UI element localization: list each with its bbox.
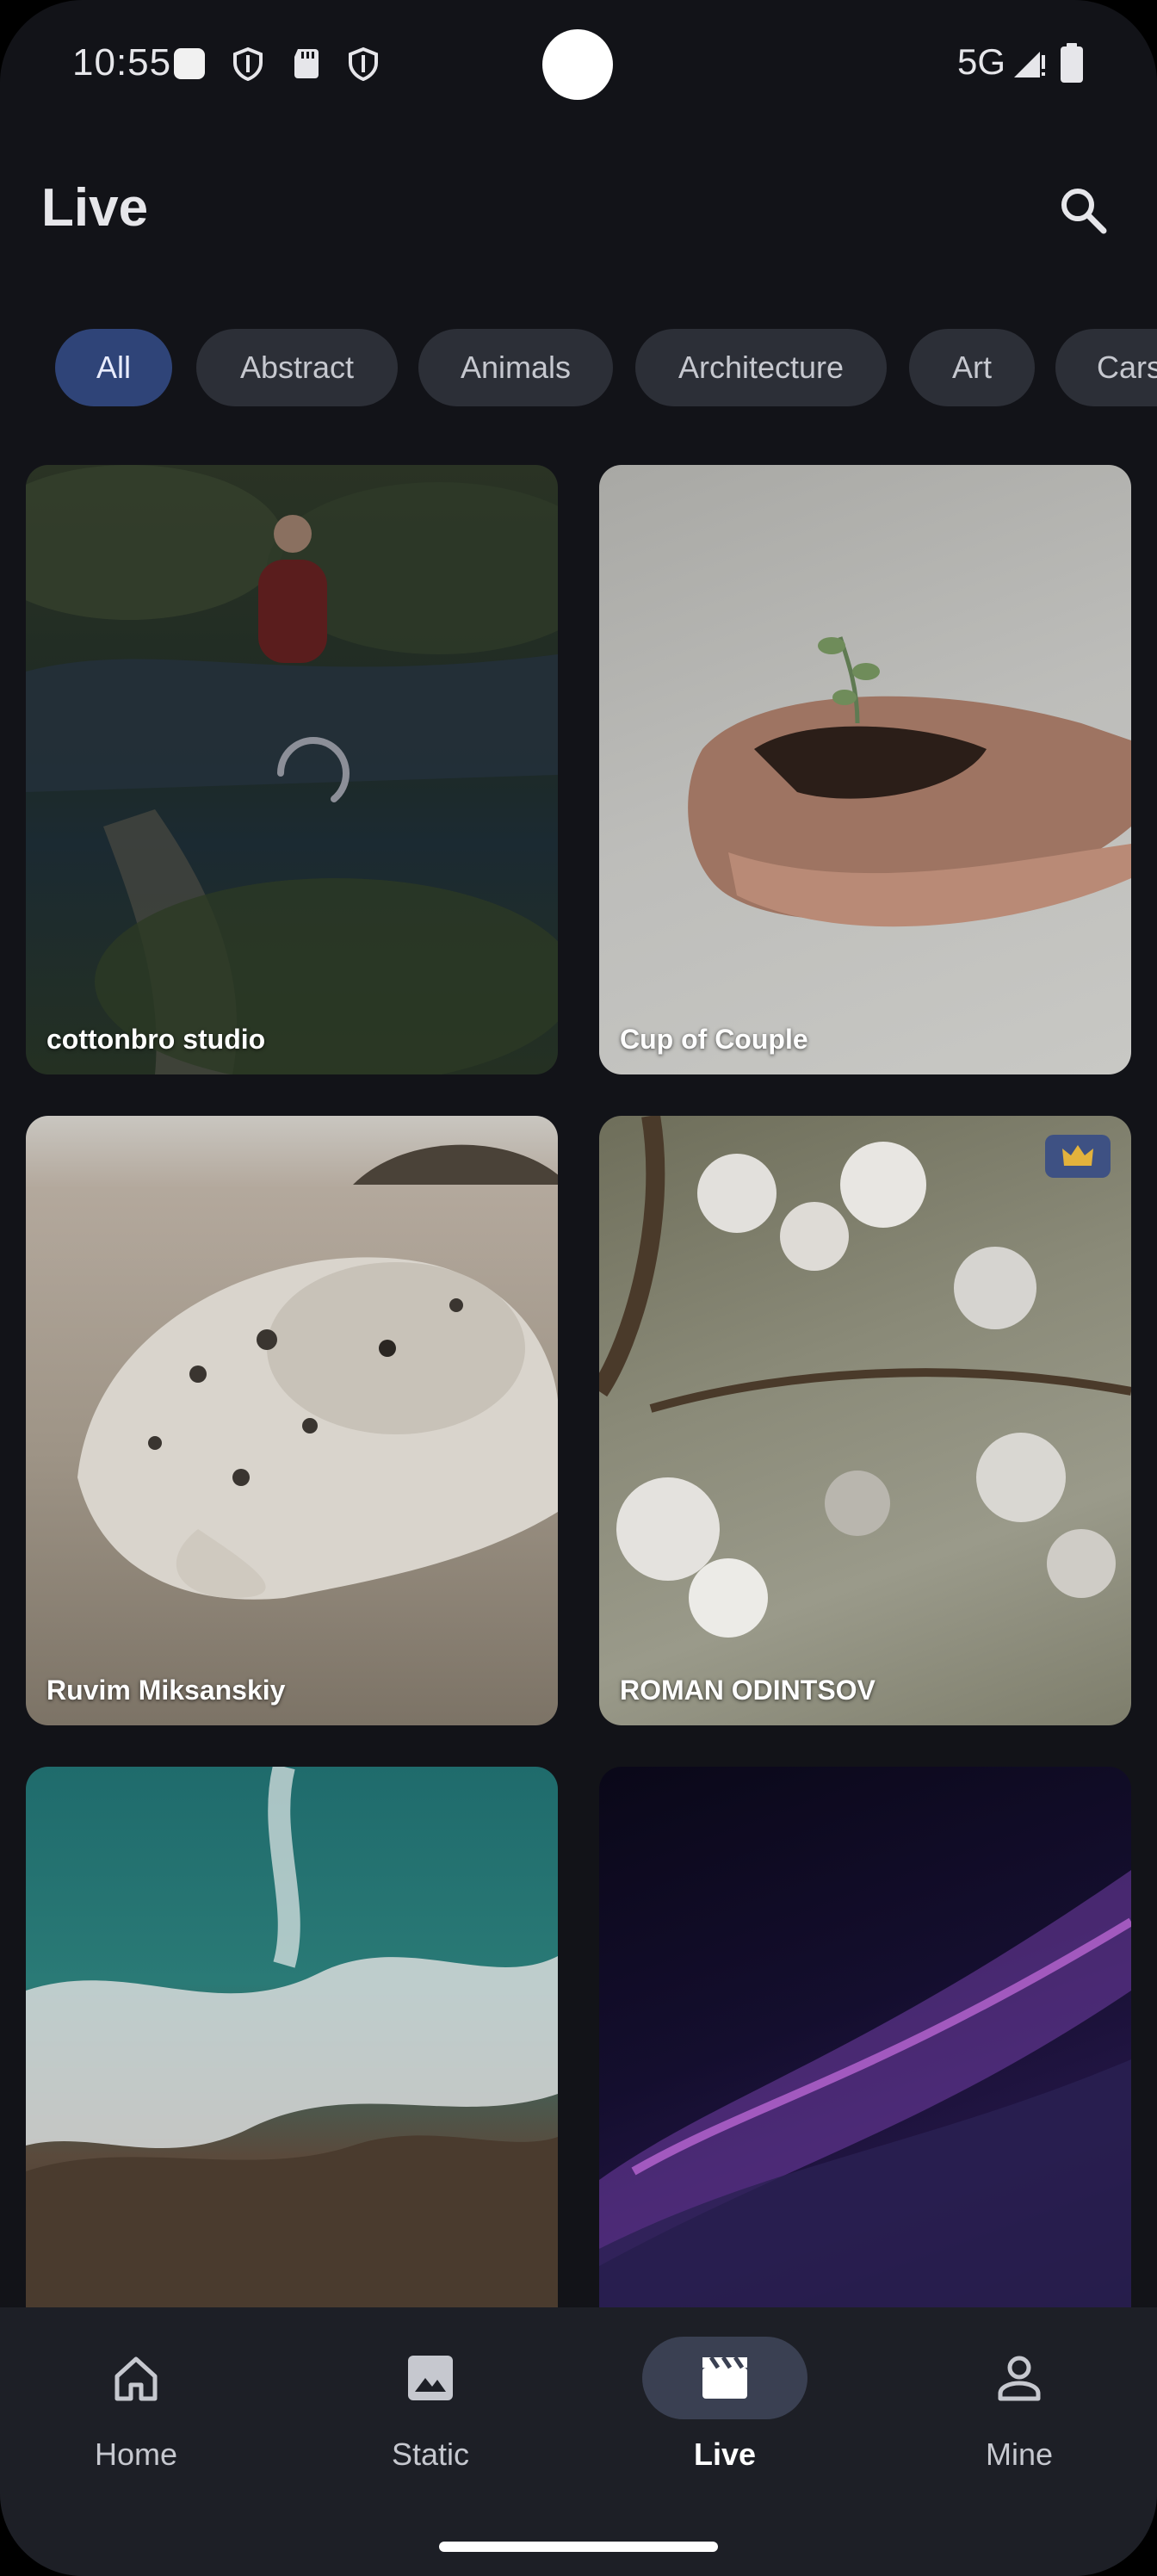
shield-icon (349, 46, 378, 81)
page-title: Live (41, 178, 149, 238)
network-type: 5G (957, 41, 1006, 82)
nav-item-static[interactable]: Static (322, 2337, 529, 2492)
home-indicator[interactable] (439, 2542, 718, 2552)
category-chips: All Abstract Animals Architecture Art Ca… (0, 329, 1157, 408)
wallpaper-card[interactable]: Ruvim Miksanskiy (26, 1116, 558, 1725)
bottom-navigation: Home Static Live Mine (0, 2307, 1157, 2576)
shield-icon (233, 46, 263, 81)
loading-spinner (277, 737, 350, 802)
wallpaper-author: Cup of Couple (620, 1024, 808, 1055)
wallpaper-preview-ocean (26, 1767, 558, 2307)
nav-label-live: Live (693, 2437, 757, 2472)
wallpaper-card[interactable]: cottonbro studio (26, 465, 558, 1074)
chip-art[interactable]: Art (909, 329, 1035, 406)
wallpaper-card[interactable] (599, 1767, 1131, 2307)
nav-label-static: Static (391, 2437, 470, 2472)
chip-abstract[interactable]: Abstract (196, 329, 398, 406)
nav-label-mine: Mine (985, 2437, 1054, 2472)
wallpaper-card[interactable]: Cup of Couple (599, 465, 1131, 1074)
signal-icon (1014, 52, 1045, 77)
app-screen: 10:55 5G Live All Abstract Animals Archi… (0, 0, 1157, 2576)
wallpaper-preview-hands (688, 636, 1131, 927)
chip-cars[interactable]: Cars (1055, 329, 1157, 406)
wallpaper-author: ROMAN ODINTSOV (620, 1675, 875, 1706)
premium-badge (1045, 1135, 1111, 1178)
battery-icon (1061, 43, 1083, 83)
nav-item-live[interactable]: Live (616, 2337, 823, 2492)
nav-item-home[interactable]: Home (28, 2337, 234, 2492)
nav-label-home: Home (94, 2437, 178, 2472)
wallpaper-author: cottonbro studio (46, 1024, 266, 1055)
wallpaper-preview-seal (77, 1144, 558, 1600)
chip-animals[interactable]: Animals (418, 329, 613, 406)
home-icon (114, 2356, 158, 2401)
status-time: 10:55 (72, 41, 172, 84)
wallpaper-author: Ruvim Miksanskiy (46, 1675, 286, 1706)
front-camera (542, 29, 613, 100)
crown-icon (1062, 1145, 1093, 1166)
wallpaper-preview-particles (599, 1870, 1131, 2307)
status-bar: 10:55 5G (0, 0, 1157, 129)
search-icon[interactable] (1055, 183, 1111, 238)
movie-clapper-icon (702, 2356, 747, 2399)
nav-item-mine[interactable]: Mine (911, 2337, 1117, 2492)
person-icon (998, 2356, 1041, 2401)
wallpaper-preview-blossom (599, 1116, 1131, 1638)
image-icon (408, 2356, 453, 2400)
wallpaper-card[interactable] (26, 1767, 558, 2307)
sd-card-icon (294, 49, 319, 78)
chip-all[interactable]: All (55, 329, 172, 406)
notification-square-icon (174, 48, 205, 79)
wallpaper-card[interactable]: ROMAN ODINTSOV (599, 1116, 1131, 1725)
chip-architecture[interactable]: Architecture (635, 329, 887, 406)
